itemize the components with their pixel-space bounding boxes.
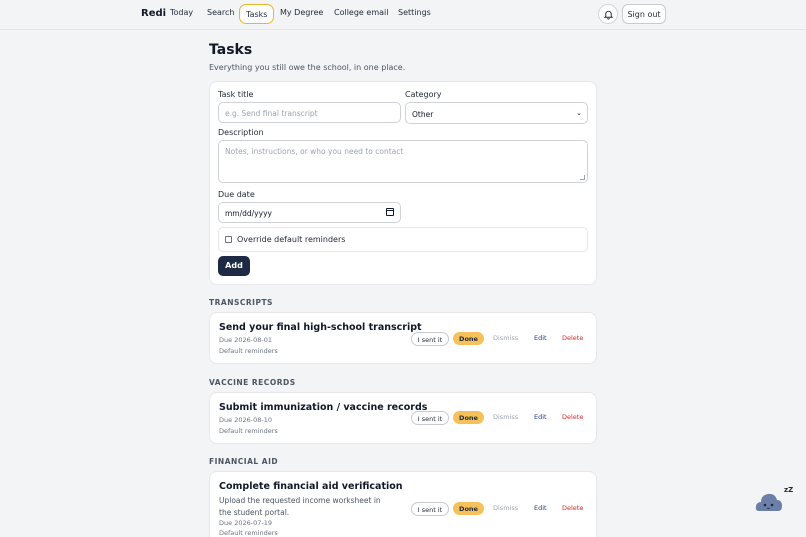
- done-button[interactable]: Done: [453, 502, 484, 515]
- due-date-label: Due date: [218, 190, 255, 199]
- nav-today[interactable]: Today: [170, 8, 193, 17]
- brand-logo[interactable]: Redi: [141, 8, 166, 19]
- task-reminders: Default reminders: [219, 427, 278, 435]
- page-subtitle: Everything you still owe the school, in …: [209, 63, 406, 72]
- dismiss-button[interactable]: Dismiss: [493, 413, 518, 421]
- add-task-button[interactable]: Add: [218, 256, 250, 276]
- override-reminders-checkbox[interactable]: [225, 236, 232, 243]
- task-description: Upload the requested income worksheet in…: [219, 496, 381, 517]
- top-nav: Redi Today Search Tasks My Degree Colleg…: [0, 0, 806, 30]
- task-title-placeholder: e.g. Send final transcript: [225, 109, 318, 118]
- task-due: Due 2026-07-19: [219, 519, 272, 527]
- delete-button[interactable]: Delete: [562, 413, 583, 421]
- i-sent-it-button[interactable]: I sent it: [411, 411, 449, 425]
- category-label: Category: [405, 90, 442, 99]
- section-heading-vaccine-records: VACCINE RECORDS: [209, 378, 296, 387]
- sleep-indicator: zZ: [784, 486, 794, 494]
- category-select[interactable]: Other ⌄: [405, 102, 588, 124]
- task-card: Submit immunization / vaccine records Du…: [209, 392, 597, 444]
- nav-settings[interactable]: Settings: [398, 8, 431, 17]
- description-textarea[interactable]: Notes, instructions, or who you need to …: [218, 140, 588, 183]
- nav-search[interactable]: Search: [207, 8, 234, 17]
- i-sent-it-button[interactable]: I sent it: [411, 332, 449, 346]
- task-reminders: Default reminders: [219, 347, 278, 355]
- section-heading-financial-aid: FINANCIAL AID: [209, 457, 279, 466]
- delete-button[interactable]: Delete: [562, 334, 583, 342]
- section-heading-transcripts: TRANSCRIPTS: [209, 298, 273, 307]
- resize-handle-icon[interactable]: [580, 175, 585, 180]
- edit-button[interactable]: Edit: [534, 413, 547, 421]
- done-button[interactable]: Done: [453, 411, 484, 424]
- task-card: Send your final high-school transcript D…: [209, 312, 597, 364]
- nav-my-degree[interactable]: My Degree: [280, 8, 323, 17]
- description-label: Description: [218, 128, 264, 137]
- nav-tasks[interactable]: Tasks: [239, 4, 275, 24]
- override-reminders-label[interactable]: Override default reminders: [237, 235, 345, 244]
- notifications-button[interactable]: [598, 4, 618, 24]
- due-date-value: mm/dd/yyyy: [225, 209, 272, 218]
- task-reminders: Default reminders: [219, 529, 278, 537]
- due-date-input[interactable]: mm/dd/yyyy: [218, 202, 401, 223]
- done-button[interactable]: Done: [453, 332, 484, 345]
- assistant-mascot-icon[interactable]: [755, 489, 783, 515]
- task-due: Due 2026-08-10: [219, 416, 272, 424]
- task-title: Complete financial aid verification: [219, 481, 403, 492]
- i-sent-it-button[interactable]: I sent it: [411, 502, 449, 516]
- edit-button[interactable]: Edit: [534, 504, 547, 512]
- calendar-icon[interactable]: [386, 208, 394, 216]
- task-card: Complete financial aid verification Uplo…: [209, 471, 597, 537]
- sign-out-button[interactable]: Sign out: [622, 4, 666, 24]
- delete-button[interactable]: Delete: [562, 504, 583, 512]
- nav-college-email[interactable]: College email: [334, 8, 388, 17]
- page-title: Tasks: [209, 42, 253, 58]
- description-placeholder: Notes, instructions, or who you need to …: [225, 147, 404, 156]
- task-due: Due 2026-08-01: [219, 336, 272, 344]
- edit-button[interactable]: Edit: [534, 334, 547, 342]
- dismiss-button[interactable]: Dismiss: [493, 504, 518, 512]
- override-reminders-row[interactable]: Override default reminders: [218, 227, 588, 252]
- dismiss-button[interactable]: Dismiss: [493, 334, 518, 342]
- task-title: Submit immunization / vaccine records: [219, 402, 428, 413]
- category-value: Other: [412, 110, 434, 119]
- bell-icon: [603, 10, 614, 20]
- task-title-input[interactable]: e.g. Send final transcript: [218, 102, 401, 123]
- task-title-label: Task title: [218, 90, 254, 99]
- chevron-down-icon: ⌄: [576, 109, 582, 117]
- task-title: Send your final high-school transcript: [219, 322, 422, 333]
